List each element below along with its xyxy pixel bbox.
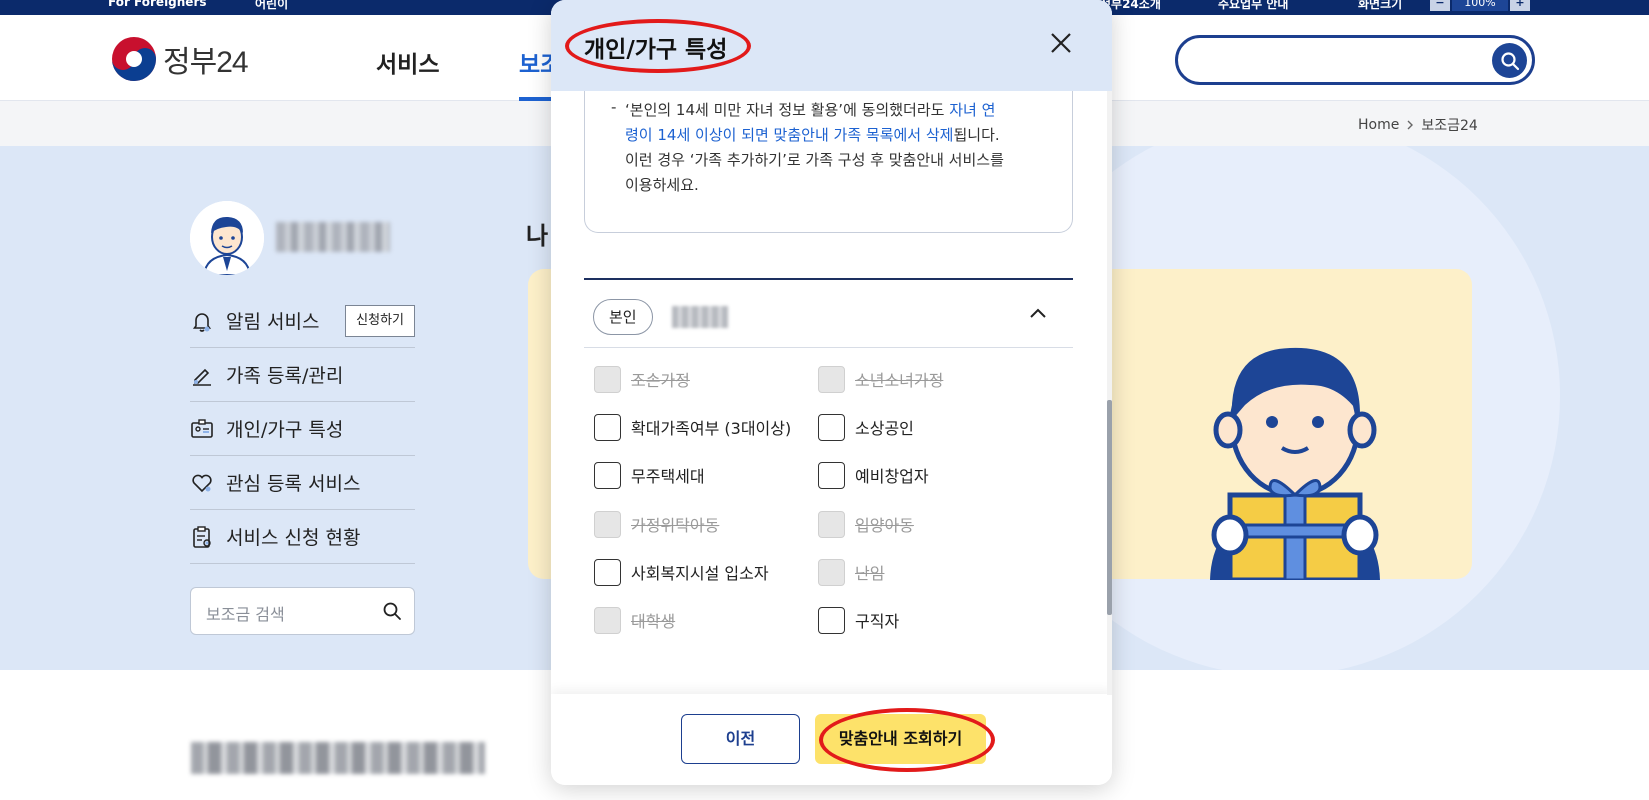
kids-link[interactable]: 어린이 (255, 0, 288, 12)
option-label: 난임 (855, 564, 885, 583)
site-logo[interactable]: 정부24 (111, 36, 249, 82)
option-small-business[interactable]: 소상공인 (818, 413, 914, 441)
checkbox (818, 510, 845, 538)
self-badge: 본인 (593, 299, 653, 335)
option-homeless-household[interactable]: 무주택세대 (594, 461, 705, 489)
clipboard-icon (193, 525, 211, 548)
option-foster-child: 가정위탁아동 (594, 510, 719, 538)
option-label: 구직자 (855, 612, 900, 631)
checkbox[interactable] (594, 461, 621, 489)
zoom-out-button[interactable]: − (1430, 0, 1450, 11)
option-label: 입양아동 (855, 516, 914, 535)
option-label: 소상공인 (855, 419, 914, 438)
subsidy-search-input[interactable]: 보조금 검색 (190, 587, 415, 635)
option-job-seeker[interactable]: 구직자 (818, 606, 899, 634)
sidebar-item-label: 가족 등록/관리 (226, 365, 344, 387)
checkbox[interactable] (818, 606, 845, 634)
modal-body: - ‘본인의 14세 미만 자녀 정보 활용’에 동의했더라도 자녀 연령이 1… (551, 91, 1112, 694)
id-card-icon (191, 418, 213, 438)
option-infertility: 난임 (818, 558, 884, 586)
option-label: 조손가정 (631, 371, 690, 390)
notice-text: ‘본인의 14세 미만 자녀 정보 활용’에 동의했더라도 자녀 연령이 14세… (625, 98, 1005, 198)
breadcrumb-home[interactable]: Home (1358, 117, 1399, 133)
option-label: 사회복지시설 입소자 (631, 564, 769, 583)
checkbox (818, 558, 845, 586)
foreigners-link[interactable]: For Foreigners (108, 0, 207, 9)
nav-services[interactable]: 서비스 (376, 45, 439, 79)
checkbox[interactable] (594, 558, 621, 586)
option-child-headed-family: 소년소녀가정 (818, 365, 943, 393)
button-annotation-circle (819, 708, 995, 772)
option-label: 소년소녀가정 (855, 371, 944, 390)
option-label: 확대가족여부 (3대이상) (631, 419, 792, 438)
user-name-blurred (276, 222, 390, 252)
sidebar-menu: 알림 서비스 신청하기 가족 등록/관리 개인/가구 특성 관심 등록 서비스 (190, 294, 415, 564)
sidebar-item-characteristics[interactable]: 개인/가구 특성 (190, 402, 415, 456)
title-annotation-circle (565, 19, 751, 73)
checkbox[interactable] (818, 413, 845, 441)
section-heading-blurred (191, 742, 485, 774)
characteristics-modal: 개인/가구 특성 - ‘본인의 14세 미만 자녀 정보 활용’에 동의했더라도… (551, 0, 1112, 785)
logo-text: 정부24 (163, 46, 249, 79)
person-name-blurred (672, 306, 728, 328)
checkbox[interactable] (594, 413, 621, 441)
close-icon[interactable] (1047, 29, 1075, 57)
modal-footer: 이전 맞춤안내 조회하기 (551, 694, 1112, 785)
option-label: 예비창업자 (855, 467, 929, 486)
sidebar-item-label: 알림 서비스 (226, 311, 320, 333)
sidebar-item-interest[interactable]: 관심 등록 서비스 (190, 456, 415, 510)
chevron-up-icon[interactable] (1028, 306, 1048, 320)
option-adopted-child: 입양아동 (818, 510, 914, 538)
character-with-gift-illustration (1210, 347, 1380, 580)
option-extended-family[interactable]: 확대가족여부 (3대이상) (594, 413, 791, 441)
option-grandparent-family: 조손가정 (594, 365, 690, 393)
sidebar-item-label: 개인/가구 특성 (226, 419, 344, 441)
pencil-icon (193, 368, 211, 386)
header-search-input[interactable] (1175, 35, 1535, 85)
option-prospective-founder[interactable]: 예비창업자 (818, 461, 929, 489)
guide-link[interactable]: 주요업무 안내 (1218, 0, 1288, 12)
checkbox (594, 606, 621, 634)
breadcrumb: Home 보조금24 (1358, 115, 1478, 135)
sidebar-item-label: 관심 등록 서비스 (226, 473, 361, 495)
taegeuk-logo-icon (112, 37, 156, 81)
breadcrumb-current[interactable]: 보조금24 (1421, 115, 1477, 135)
option-label: 무주택세대 (631, 467, 705, 486)
checkbox (818, 365, 845, 393)
prev-button[interactable]: 이전 (681, 714, 800, 764)
checkbox (594, 365, 621, 393)
zoom-in-button[interactable]: + (1510, 0, 1530, 11)
checkbox[interactable] (818, 461, 845, 489)
option-university-student: 대학생 (594, 606, 675, 634)
sidebar-item-status[interactable]: 서비스 신청 현황 (190, 510, 415, 564)
sidebar-item-family[interactable]: 가족 등록/관리 (190, 348, 415, 402)
nav-subsidy[interactable]: 보조금24 (519, 45, 553, 79)
user-avatar-icon (190, 201, 264, 275)
chevron-right-icon (1407, 120, 1414, 130)
checkbox (594, 510, 621, 538)
alert-apply-button[interactable]: 신청하기 (345, 305, 415, 337)
heart-icon (192, 474, 212, 492)
header-search-button[interactable] (1492, 43, 1527, 78)
option-welfare-facility-resident[interactable]: 사회복지시설 입소자 (594, 558, 769, 586)
avatar (190, 201, 264, 275)
sidebar-item-label: 서비스 신청 현황 (226, 527, 361, 549)
page-heading: 나 (526, 222, 549, 250)
bell-icon (192, 312, 212, 332)
zoom-value: 100% (1452, 0, 1508, 11)
modal-header: 개인/가구 특성 (551, 0, 1112, 91)
search-icon (1500, 51, 1519, 70)
subsidy-search-placeholder: 보조금 검색 (206, 605, 285, 624)
notice-bullet: - (611, 98, 617, 116)
sidebar-item-alerts[interactable]: 알림 서비스 신청하기 (190, 294, 415, 348)
search-icon[interactable] (382, 601, 402, 621)
option-label: 대학생 (631, 612, 676, 631)
family-member-header[interactable]: 본인 (584, 278, 1073, 348)
screen-size-label: 화면크기 (1358, 0, 1403, 11)
notice-text-part1: ‘본인의 14세 미만 자녀 정보 활용’에 동의했더라도 (625, 101, 950, 119)
option-label: 가정위탁아동 (631, 516, 720, 535)
modal-scrollbar-thumb[interactable] (1107, 400, 1112, 615)
